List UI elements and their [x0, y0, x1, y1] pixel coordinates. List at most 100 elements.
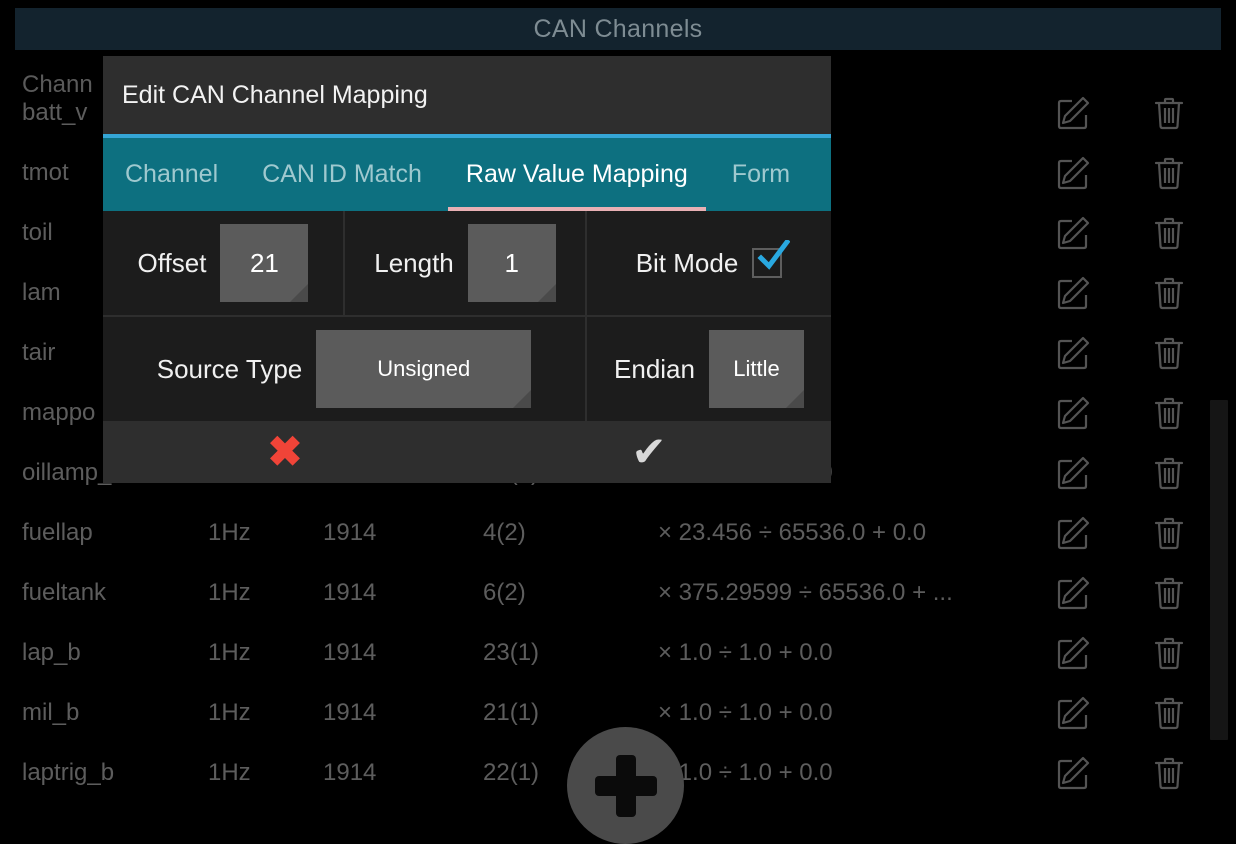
delete-row-button[interactable]: [1123, 93, 1215, 133]
table-row[interactable]: fueltank 1Hz 1914 6(2) × 375.29599 ÷ 65536.0…: [0, 563, 1236, 623]
tab-raw-value-mapping[interactable]: Raw Value Mapping: [444, 138, 710, 211]
cell-name: lap_b: [22, 639, 81, 666]
table-row[interactable]: fuellap 1Hz 1914 4(2) × 23.456 ÷ 65536.0 + 0…: [0, 503, 1236, 563]
edit-icon: [1057, 516, 1090, 550]
edit-row-button[interactable]: [1023, 213, 1123, 253]
tab-label: Channel: [125, 160, 219, 188]
edit-icon: [1057, 456, 1090, 490]
edit-icon: [1057, 756, 1090, 790]
edit-row-button[interactable]: [1023, 513, 1123, 553]
offset-value-button[interactable]: 21: [220, 224, 309, 302]
cell-formula: × 375.29599 ÷ 65536.0 + ...: [658, 579, 953, 606]
edit-row-button[interactable]: [1023, 753, 1123, 793]
delete-row-button[interactable]: [1123, 753, 1215, 793]
cell-canid: 1914: [323, 759, 377, 786]
add-channel-fab[interactable]: [567, 727, 684, 844]
table-row[interactable]: lap_b 1Hz 1914 23(1) × 1.0 ÷ 1.0 + 0.0: [0, 623, 1236, 683]
trash-icon: [1154, 577, 1184, 610]
tab-channel[interactable]: Channel: [103, 138, 240, 211]
plus-icon: [594, 754, 657, 817]
trash-icon: [1154, 217, 1184, 250]
trash-icon: [1154, 157, 1184, 190]
edit-icon: [1057, 156, 1090, 190]
edit-row-button[interactable]: [1023, 273, 1123, 313]
delete-row-button[interactable]: [1123, 453, 1215, 493]
delete-row-button[interactable]: [1123, 693, 1215, 733]
edit-can-channel-mapping-dialog: Edit CAN Channel Mapping Channel CAN ID M…: [103, 56, 831, 483]
edit-row-button[interactable]: [1023, 93, 1123, 133]
cell-rate: 1Hz: [208, 519, 251, 546]
source-type-value-button[interactable]: Unsigned: [316, 330, 532, 408]
cell-rate: 1Hz: [208, 579, 251, 606]
edit-icon: [1057, 216, 1090, 250]
trash-icon: [1154, 637, 1184, 670]
cell-name: fueltank: [22, 579, 107, 606]
cell-rate: 1Hz: [208, 699, 251, 726]
delete-row-button[interactable]: [1123, 213, 1215, 253]
page-title: CAN Channels: [533, 14, 703, 43]
delete-row-button[interactable]: [1123, 633, 1215, 673]
length-value-button[interactable]: 1: [467, 224, 556, 302]
bit-mode-label: Bit Mode: [635, 247, 739, 278]
cell-name: laptrig_b: [22, 759, 115, 786]
offset-label: Offset: [137, 247, 207, 278]
edit-row-button[interactable]: [1023, 453, 1123, 493]
cell-offset: 23(1): [483, 639, 540, 666]
endian-value-button[interactable]: Little: [708, 330, 804, 408]
delete-row-button[interactable]: [1123, 573, 1215, 613]
cell-name: mil_b: [22, 699, 80, 726]
window-title-bar: CAN Channels: [15, 8, 1221, 50]
edit-icon: [1057, 96, 1090, 130]
field-row-2: Source Type Unsigned Endian Little: [103, 317, 831, 421]
length-field-group: Length 1: [345, 211, 587, 315]
edit-icon: [1057, 336, 1090, 370]
cell-offset: 6(2): [483, 579, 526, 606]
source-type-label: Source Type: [156, 353, 303, 384]
delete-row-button[interactable]: [1123, 273, 1215, 313]
edit-row-button[interactable]: [1023, 333, 1123, 373]
check-icon: [757, 240, 791, 270]
confirm-check-icon: ✔: [631, 428, 667, 475]
delete-row-button[interactable]: [1123, 393, 1215, 433]
cell-offset: 4(2): [483, 519, 526, 546]
cancel-button[interactable]: ✖: [103, 431, 467, 473]
edit-icon: [1057, 636, 1090, 670]
endian-field-group: Endian Little: [587, 317, 831, 421]
cell-rate: 1Hz: [208, 639, 251, 666]
delete-row-button[interactable]: [1123, 333, 1215, 373]
cell-formula: × 23.456 ÷ 65536.0 + 0.0: [658, 519, 927, 546]
cell-name: fuellap: [22, 519, 93, 546]
tab-label: CAN ID Match: [262, 160, 422, 188]
trash-icon: [1154, 757, 1184, 790]
trash-icon: [1154, 697, 1184, 730]
dialog-tabstrip: Channel CAN ID Match Raw Value Mapping Form: [103, 134, 831, 211]
trash-icon: [1154, 337, 1184, 370]
edit-icon: [1057, 396, 1090, 430]
dialog-body: Offset 21 Length 1 Bit Mode Source Type …: [103, 211, 831, 421]
trash-icon: [1154, 517, 1184, 550]
cell-formula: × 1.0 ÷ 1.0 + 0.0: [658, 639, 833, 666]
confirm-button[interactable]: ✔: [467, 431, 831, 473]
trash-icon: [1154, 97, 1184, 130]
delete-row-button[interactable]: [1123, 153, 1215, 193]
cell-canid: 1914: [323, 519, 377, 546]
tab-form[interactable]: Form: [710, 138, 812, 211]
edit-icon: [1057, 276, 1090, 310]
cell-canid: 1914: [323, 639, 377, 666]
vertical-scrollbar[interactable]: [1210, 400, 1228, 740]
cell-offset: 21(1): [483, 699, 540, 726]
trash-icon: [1154, 397, 1184, 430]
trash-icon: [1154, 277, 1184, 310]
bit-mode-checkbox[interactable]: [752, 240, 791, 278]
edit-row-button[interactable]: [1023, 693, 1123, 733]
edit-row-button[interactable]: [1023, 393, 1123, 433]
trash-icon: [1154, 457, 1184, 490]
tab-can-id-match[interactable]: CAN ID Match: [240, 138, 444, 211]
edit-row-button[interactable]: [1023, 633, 1123, 673]
length-label: Length: [374, 247, 454, 278]
edit-row-button[interactable]: [1023, 153, 1123, 193]
delete-row-button[interactable]: [1123, 513, 1215, 553]
cell-rate: 1Hz: [208, 759, 251, 786]
edit-row-button[interactable]: [1023, 573, 1123, 613]
dialog-title: Edit CAN Channel Mapping: [122, 80, 428, 109]
